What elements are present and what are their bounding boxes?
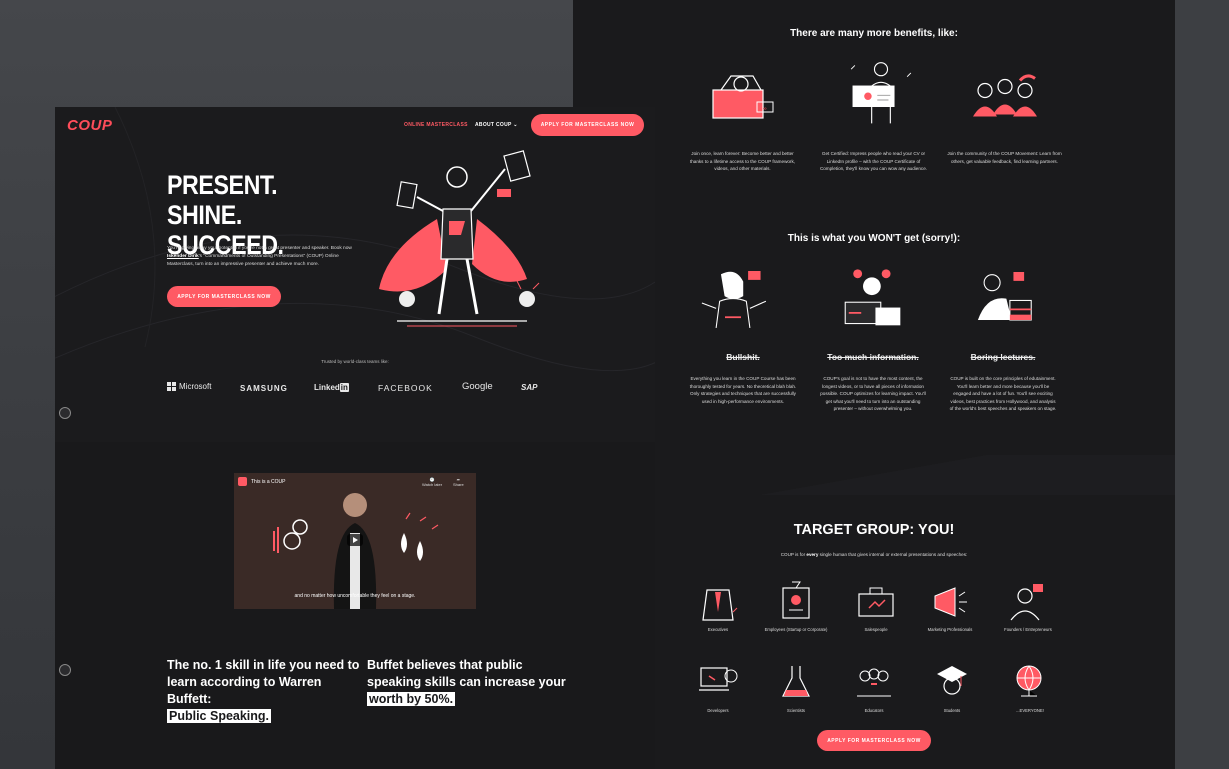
target-label-educators: Educators	[864, 708, 884, 713]
target-title: TARGET GROUP: YOU!	[793, 522, 955, 538]
hero-background-curves	[55, 107, 655, 372]
executive-icon	[702, 589, 738, 621]
wont-text-too-much: COUP's goal is not to have the most cont…	[820, 376, 926, 412]
target-label-students: Students	[943, 708, 961, 713]
scroll-indicator-icon[interactable]	[59, 407, 71, 419]
benefit-text-lifetime: Join once, learn forever: Become better …	[689, 151, 796, 172]
benefit-text-community: Join the community of the COUP Movement:…	[947, 151, 1062, 164]
flask-icon	[782, 666, 810, 697]
channel-logo-icon	[238, 477, 247, 486]
community-icon	[973, 74, 1037, 117]
share-button[interactable]: ➦ Share	[453, 477, 464, 487]
target-label-marketing: Marketing Professionals	[927, 627, 973, 632]
wont-text-boring: COUP is built on the core principles of …	[949, 376, 1057, 412]
linkedin-logo: Linkedin	[314, 383, 349, 392]
microsoft-logo: Microsoft	[167, 382, 211, 391]
play-button[interactable]	[347, 534, 363, 546]
google-logo: Google	[462, 381, 493, 392]
bored-student-icon	[977, 272, 1032, 321]
apply-button-target[interactable]: APPLY FOR MASTERCLASS NOW	[817, 730, 931, 751]
video-caption: and no matter how uncomfortable they fee…	[294, 593, 416, 599]
facebook-logo: FACEBOOK	[378, 383, 433, 393]
quote-worth-increase: Buffet believes that public speaking ski…	[367, 658, 566, 706]
toolbox-icon: ∞	[712, 75, 774, 119]
wont-text-bullshit: Everything you learn in the COUP Course …	[689, 376, 797, 404]
page-right[interactable]: There are many more benefits, like: ∞ Jo…	[573, 0, 1175, 769]
target-label-developers: Developers	[707, 708, 729, 713]
horse-head-icon	[701, 271, 767, 328]
briefcase-icon	[858, 587, 894, 617]
megaphone-icon	[934, 587, 967, 617]
nav-about-coup[interactable]: ABOUT COUP ⌄	[475, 122, 518, 128]
video-title: This is a COUP	[251, 478, 286, 485]
quote-warren-buffett: The no. 1 skill in life you need to lear…	[167, 658, 360, 723]
target-label-executives: Executives	[707, 627, 729, 632]
target-label-founders: Founders / Entrepreneurs	[1004, 627, 1052, 632]
video-title-bar: This is a COUP	[238, 477, 285, 486]
benefits-title: There are many more benefits, like:	[790, 28, 958, 39]
hero-section	[55, 107, 655, 442]
superhero-presenter-illustration	[379, 150, 540, 327]
nav-online-masterclass[interactable]: ONLINE MASTERCLASS	[404, 122, 468, 128]
apply-button-nav[interactable]: APPLY FOR MASTERCLASS NOW	[531, 114, 644, 136]
scroll-indicator-icon-2[interactable]	[59, 664, 71, 676]
background-strip	[1175, 0, 1229, 769]
svg-text:∞: ∞	[763, 106, 767, 112]
target-label-employees: Employees (Startup or Corporate)	[764, 627, 828, 632]
graduate-icon	[937, 666, 967, 695]
wont-head-too-much: Too much information.	[827, 352, 919, 362]
watch-later-button[interactable]: 🕘 Watch later	[422, 477, 442, 487]
wont-head-bullshit: Bullshit.	[726, 352, 760, 362]
founder-icon	[1010, 584, 1043, 621]
sap-logo: SAP	[521, 383, 538, 392]
microsoft-squares-icon	[167, 382, 176, 391]
target-label-everyone: ...EVERYONE!	[1016, 708, 1044, 713]
target-label-scientists: Scientists	[787, 708, 805, 713]
globe-icon	[1016, 665, 1042, 697]
video-player[interactable]: This is a COUP 🕘 Watch later ➦ Share and n…	[234, 473, 476, 609]
page-left[interactable]: COUP ONLINE MASTERCLASS ABOUT COUP ⌄ APP…	[55, 107, 655, 769]
target-description: COUP is for every single human that give…	[780, 552, 968, 557]
section-divider	[573, 455, 1175, 495]
apply-button-hero[interactable]: APPLY FOR MASTERCLASS NOW	[167, 286, 281, 307]
hero-description: You're giving away your potential if you…	[167, 246, 352, 267]
wont-head-boring: Boring lectures.	[970, 352, 1036, 362]
educators-icon	[857, 668, 891, 697]
certificate-icon	[850, 62, 912, 124]
coup-logo[interactable]: COUP	[67, 117, 112, 134]
benefit-text-certified: Get Certified: Impress people who read y…	[819, 151, 928, 172]
overwhelmed-person-icon	[844, 269, 901, 326]
author-link[interactable]: Iskender Dirik	[167, 254, 199, 259]
wont-get-title: This is what you WON'T get (sorry!):	[787, 233, 961, 244]
samsung-logo: SAMSUNG	[240, 384, 288, 393]
developer-laptop-icon	[699, 667, 738, 691]
employee-badge-icon	[782, 581, 810, 619]
trusted-label: Trusted by world-class teams like:	[321, 359, 389, 364]
